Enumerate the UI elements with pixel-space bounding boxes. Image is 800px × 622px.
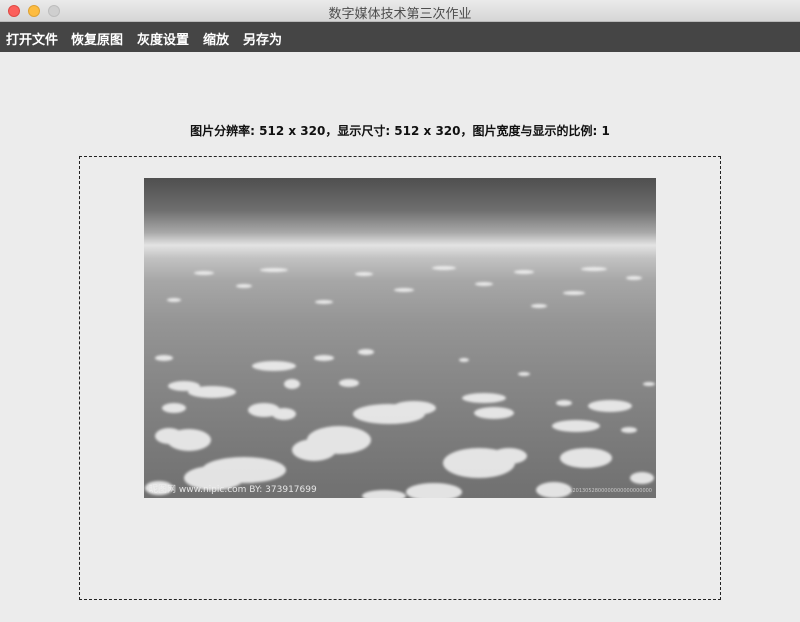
displayed-image: 昵图网 www.nipic.com BY: 373917699 No.20130… xyxy=(144,178,656,498)
menu-bar: 打开文件 恢复原图 灰度设置 缩放 另存为 xyxy=(0,22,800,52)
cloud-layer xyxy=(145,266,655,498)
image-watermark-id: No.2013052800000000000000000 xyxy=(564,488,652,494)
window-title: 数字媒体技术第三次作业 xyxy=(328,7,472,22)
menu-zoom[interactable]: 缩放 xyxy=(203,29,229,48)
title-bar: 数字媒体技术第三次作业 xyxy=(0,0,800,22)
menu-open-file[interactable]: 打开文件 xyxy=(6,29,58,48)
menu-save-as[interactable]: 另存为 xyxy=(243,29,282,48)
menu-grayscale-settings[interactable]: 灰度设置 xyxy=(137,29,189,48)
image-watermark: 昵图网 www.nipic.com BY: 373917699 xyxy=(149,485,317,495)
menu-restore-original[interactable]: 恢复原图 xyxy=(71,29,123,48)
image-info-label: 图片分辨率: 512 x 320，显示尺寸: 512 x 320，图片宽度与显示… xyxy=(190,124,610,138)
